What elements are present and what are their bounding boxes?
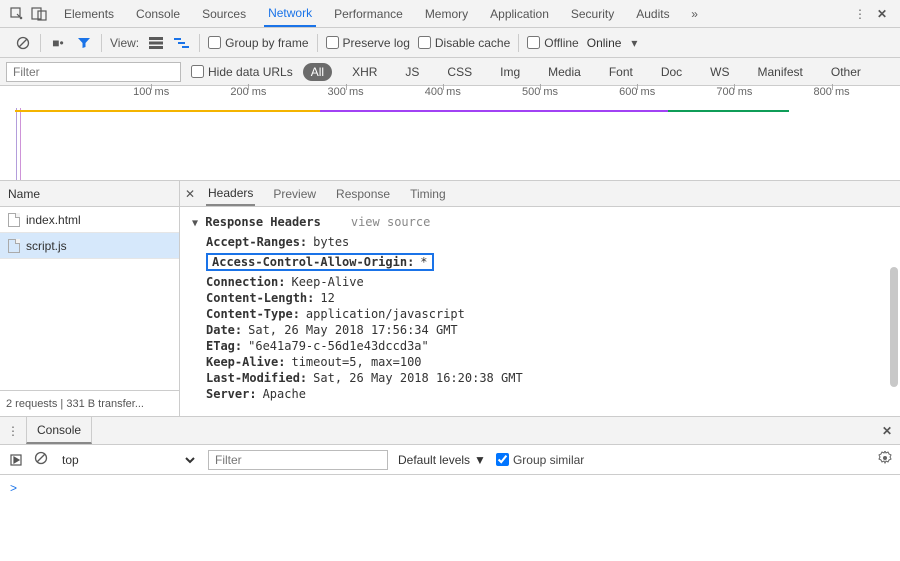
devtools-tabs: Elements Console Sources Network Performance…: [60, 0, 674, 27]
offline-checkbox[interactable]: Offline: [527, 36, 578, 50]
close-devtools-icon[interactable]: ✕: [870, 7, 894, 21]
type-ws[interactable]: WS: [702, 63, 737, 81]
response-header: Connection:Keep-Alive: [206, 275, 888, 289]
throttling-select[interactable]: Online▾: [587, 36, 638, 50]
detail-tab-timing[interactable]: Timing: [408, 181, 448, 206]
type-other[interactable]: Other: [823, 63, 869, 81]
request-detail: ✕ Headers Preview Response Timing ▼ Respons…: [180, 181, 900, 416]
large-rows-icon[interactable]: [147, 34, 165, 52]
preserve-log-checkbox[interactable]: Preserve log: [326, 36, 410, 50]
ruler-tick: 400 ms: [425, 86, 461, 98]
response-header: Content-Length:12: [206, 291, 888, 305]
tab-security[interactable]: Security: [567, 0, 618, 27]
execution-context-icon[interactable]: [8, 452, 24, 468]
response-header: Content-Type:application/javascript: [206, 307, 888, 321]
tab-application[interactable]: Application: [486, 0, 553, 27]
group-similar-checkbox[interactable]: Group similar: [496, 453, 584, 467]
drawer-menu-icon[interactable]: ⋮: [0, 424, 26, 438]
response-header: Date:Sat, 26 May 2018 17:56:34 GMT: [206, 323, 888, 337]
filter-toggle-icon[interactable]: [75, 34, 93, 52]
file-name: script.js: [26, 239, 67, 253]
view-label: View:: [110, 36, 139, 50]
hide-data-urls-checkbox[interactable]: Hide data URLs: [191, 65, 293, 79]
type-css[interactable]: CSS: [439, 63, 480, 81]
view-source-link[interactable]: view source: [351, 215, 430, 229]
type-media[interactable]: Media: [540, 63, 589, 81]
response-header: Server:Apache: [206, 387, 888, 401]
kebab-menu-icon[interactable]: ⋮: [850, 7, 870, 21]
ruler-tick: 700 ms: [716, 86, 752, 98]
network-toolbar: ■• View: Group by frame Preserve log Dis…: [0, 28, 900, 58]
console-prompt[interactable]: >: [0, 475, 900, 501]
response-header: Last-Modified:Sat, 26 May 2018 16:20:38 …: [206, 371, 888, 385]
ruler-tick: 800 ms: [814, 86, 850, 98]
request-list: Name index.html script.js 2 requests | 33…: [0, 181, 180, 416]
type-all[interactable]: All: [303, 63, 332, 81]
close-drawer-icon[interactable]: ✕: [874, 424, 900, 438]
tab-memory[interactable]: Memory: [421, 0, 472, 27]
response-header: Accept-Ranges:bytes: [206, 235, 888, 249]
tab-audits[interactable]: Audits: [632, 0, 673, 27]
detail-tabs: Headers Preview Response Timing: [180, 181, 900, 207]
type-manifest[interactable]: Manifest: [750, 63, 811, 81]
tab-sources[interactable]: Sources: [198, 0, 250, 27]
ruler-tick: 200 ms: [230, 86, 266, 98]
console-drawer: ⋮ Console ✕ top Default levels ▼ Group s…: [0, 416, 900, 501]
group-by-frame-checkbox[interactable]: Group by frame: [208, 36, 308, 50]
console-filter-input[interactable]: [208, 450, 388, 470]
detail-tab-preview[interactable]: Preview: [271, 181, 318, 206]
console-settings-icon[interactable]: [878, 451, 892, 468]
clear-console-icon[interactable]: [34, 451, 48, 468]
overflow-icon[interactable]: »: [684, 4, 706, 24]
type-img[interactable]: Img: [492, 63, 528, 81]
tab-performance[interactable]: Performance: [330, 0, 407, 27]
tab-console[interactable]: Console: [132, 0, 184, 27]
camera-icon[interactable]: ■•: [49, 34, 67, 52]
type-js[interactable]: JS: [397, 63, 427, 81]
console-tab[interactable]: Console: [26, 417, 92, 444]
request-row[interactable]: index.html: [0, 207, 179, 233]
type-font[interactable]: Font: [601, 63, 641, 81]
ruler-tick: 500 ms: [522, 86, 558, 98]
inspect-icon[interactable]: [6, 4, 28, 24]
file-icon: [8, 239, 20, 253]
close-detail-icon[interactable]: ✕: [180, 181, 200, 207]
type-xhr[interactable]: XHR: [344, 63, 385, 81]
scrollbar-thumb[interactable]: [890, 267, 898, 387]
name-column-header[interactable]: Name: [0, 181, 179, 207]
response-header: ETag:"6e41a79-c-56d1e43dccd3a": [206, 339, 888, 353]
tab-elements[interactable]: Elements: [60, 0, 118, 27]
file-icon: [8, 213, 20, 227]
timeline-overview[interactable]: 100 ms 200 ms 300 ms 400 ms 500 ms 600 ms 700 …: [0, 86, 900, 181]
waterfall-icon[interactable]: [173, 34, 191, 52]
response-header: Access-Control-Allow-Origin:*: [206, 253, 434, 271]
main-toolbar: Elements Console Sources Network Performance…: [0, 0, 900, 28]
filter-bar: Hide data URLs All XHR JS CSS Img Media Font Do…: [0, 58, 900, 86]
response-header: Keep-Alive:timeout=5, max=100: [206, 355, 888, 369]
detail-tab-response[interactable]: Response: [334, 181, 392, 206]
device-toggle-icon[interactable]: [28, 4, 50, 24]
ruler-tick: 300 ms: [328, 86, 364, 98]
filter-input[interactable]: [6, 62, 181, 82]
tab-network[interactable]: Network: [264, 0, 316, 27]
status-bar: 2 requests | 331 B transfer...: [0, 390, 179, 416]
detail-tab-headers[interactable]: Headers: [206, 181, 255, 206]
file-name: index.html: [26, 213, 81, 227]
ruler-tick: 600 ms: [619, 86, 655, 98]
ruler-tick: 100 ms: [133, 86, 169, 98]
response-headers-section[interactable]: ▼ Response Headers view source: [192, 215, 888, 229]
disable-cache-checkbox[interactable]: Disable cache: [418, 36, 510, 50]
clear-icon[interactable]: [14, 34, 32, 52]
log-levels-select[interactable]: Default levels ▼: [398, 453, 486, 467]
type-doc[interactable]: Doc: [653, 63, 690, 81]
context-select[interactable]: top: [58, 452, 198, 468]
resource-type-filters: All XHR JS CSS Img Media Font Doc WS Manifest Othe…: [303, 63, 869, 81]
request-row[interactable]: script.js: [0, 233, 179, 259]
